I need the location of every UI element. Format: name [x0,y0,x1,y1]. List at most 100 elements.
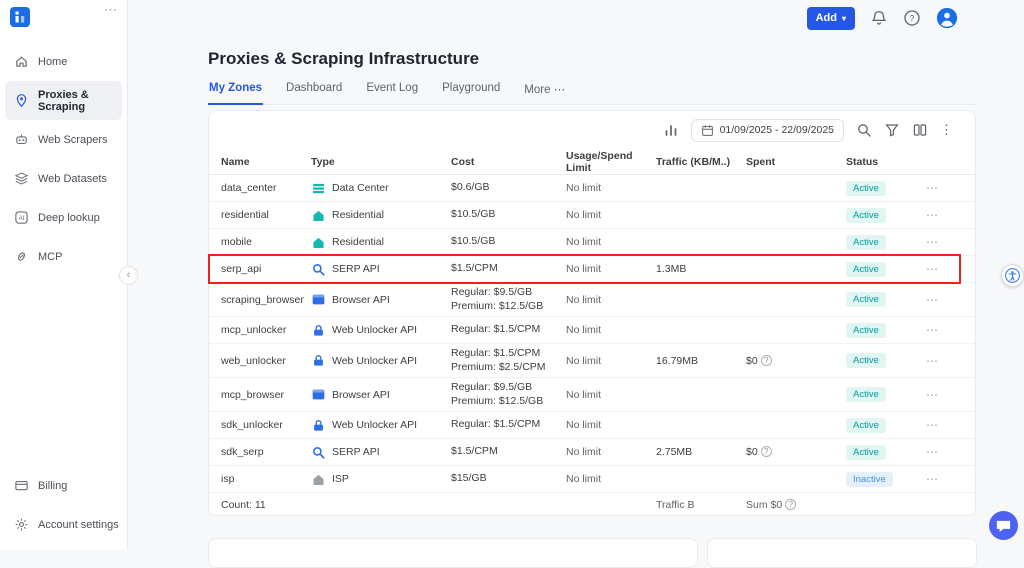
table-row[interactable]: data_centerData Center$0.6/GBNo limitAct… [209,175,975,202]
zone-name: sdk_unlocker [221,419,311,431]
sidebar-menu-button[interactable]: ⋯ [104,2,117,18]
row-actions-button[interactable]: ⋯ [926,262,965,276]
zone-cost: $15/GB [451,472,566,486]
zone-name: mcp_unlocker [221,324,311,336]
zone-spent: $0 [746,355,846,367]
table-header-row: Name Type Cost Usage/Spend Limit Traffic… [209,149,975,175]
column-header-name: Name [221,156,311,168]
zone-cost: Regular: $9.5/GBPremium: $12.5/GB [451,286,566,313]
zone-name: serp_api [221,263,311,275]
brand-logo-icon[interactable] [10,7,30,27]
footer-traffic-label: Traffic B [656,499,746,511]
status-badge: Active [846,262,886,277]
row-actions-button[interactable]: ⋯ [926,235,965,249]
row-actions-button[interactable]: ⋯ [926,293,965,307]
zone-cost: $1.5/CPM [451,445,566,459]
row-actions-button[interactable]: ⋯ [926,445,965,459]
bar-chart-icon[interactable] [663,122,679,138]
table-row[interactable]: mcp_unlockerWeb Unlocker APIRegular: $1.… [209,317,975,344]
tab-my-zones[interactable]: My Zones [208,78,263,105]
row-actions-button[interactable]: ⋯ [926,354,965,368]
zone-traffic: 2.75MB [656,446,746,458]
status-badge: Active [846,292,886,307]
user-avatar[interactable] [936,7,958,29]
table-toolbar: 01/09/2025 - 22/09/2025 ⋮ [209,111,975,149]
traffic-value[interactable]: 1.3MB [656,263,686,275]
zone-cost: $1.5/CPM [451,262,566,276]
footer-sum: Sum $0 [746,499,846,511]
help-icon[interactable] [761,355,772,366]
table-row[interactable]: sdk_unlockerWeb Unlocker APIRegular: $1.… [209,412,975,439]
filter-funnel-icon[interactable] [884,122,900,138]
chat-widget-button[interactable] [989,511,1018,540]
lock-icon [311,323,326,338]
svg-text:?: ? [910,13,915,23]
row-actions-button[interactable]: ⋯ [926,181,965,195]
sidebar-item-account-settings[interactable]: Account settings [0,505,127,544]
sidebar-item-billing[interactable]: Billing [0,466,127,505]
traffic-value[interactable]: 2.75MB [656,446,692,458]
kebab-menu-icon[interactable]: ⋮ [940,123,953,137]
row-actions-button[interactable]: ⋯ [926,388,965,402]
traffic-value[interactable]: 16.79MB [656,355,698,367]
sidebar-bottom-nav: Billing Account settings [0,466,127,544]
residential-icon [311,208,326,223]
search-icon[interactable] [856,122,872,138]
zone-type: Data Center [332,182,389,194]
sidebar-item-home[interactable]: Home [0,42,127,81]
status-badge: Active [846,181,886,196]
notifications-bell-icon[interactable] [870,9,888,27]
date-range-picker[interactable]: 01/09/2025 - 22/09/2025 [691,119,844,142]
tab-more[interactable]: More ⋯ [523,78,566,104]
table-footer-row: Count: 11 Traffic B Sum $0 [209,493,975,517]
table-row[interactable]: residentialResidential$10.5/GBNo limitAc… [209,202,975,229]
column-header-cost: Cost [451,156,566,168]
add-button[interactable]: Add ▾ [807,7,855,30]
table-row[interactable]: ispISP$15/GBNo limitInactive⋯ [209,466,975,493]
residential-icon [311,235,326,250]
zone-usage-limit: No limit [566,294,656,306]
table-row[interactable]: mobileResidential$10.5/GBNo limitActive⋯ [209,229,975,256]
row-actions-button[interactable]: ⋯ [926,418,965,432]
row-actions-button[interactable]: ⋯ [926,208,965,222]
sidebar-item-web-scrapers[interactable]: Web Scrapers [0,120,127,159]
row-count: Count: 11 [221,499,311,511]
status-badge: Active [846,323,886,338]
zone-cost: Regular: $9.5/GBPremium: $12.5/GB [451,381,566,408]
status-badge: Active [846,235,886,250]
tab-event-log[interactable]: Event Log [365,78,419,104]
zone-type: Browser API [332,294,390,306]
zone-cost: Regular: $1.5/CPM [451,323,566,337]
zone-usage-limit: No limit [566,446,656,458]
sidebar-item-web-datasets[interactable]: Web Datasets [0,159,127,198]
table-row[interactable]: mcp_browserBrowser APIRegular: $9.5/GBPr… [209,378,975,412]
tab-playground[interactable]: Playground [441,78,501,104]
lock-icon [311,353,326,368]
zones-table-body: data_centerData Center$0.6/GBNo limitAct… [209,175,975,493]
column-header-status: Status [846,156,926,168]
zone-type: Web Unlocker API [332,419,417,431]
sidebar-item-deep-lookup[interactable]: AI Deep lookup [0,198,127,237]
ai-icon: AI [14,210,29,225]
help-icon[interactable]: ? [903,9,921,27]
table-row[interactable]: scraping_browserBrowser APIRegular: $9.5… [209,283,975,317]
table-row[interactable]: serp_apiSERP API$1.5/CPMNo limit1.3MBAct… [209,256,975,283]
row-actions-button[interactable]: ⋯ [926,323,965,337]
tab-dashboard[interactable]: Dashboard [285,78,343,104]
table-row[interactable]: web_unlockerWeb Unlocker APIRegular: $1.… [209,344,975,378]
sidebar-item-label: Home [38,56,67,68]
accessibility-widget-button[interactable] [1001,264,1024,287]
help-icon[interactable] [785,499,796,510]
sidebar-collapse-button[interactable]: ‹ [119,266,138,285]
table-row[interactable]: sdk_serpSERP API$1.5/CPMNo limit2.75MB$0… [209,439,975,466]
zone-type: SERP API [332,446,380,458]
zone-type: Browser API [332,389,390,401]
sidebar-item-mcp[interactable]: MCP [0,237,127,276]
zone-type: Web Unlocker API [332,355,417,367]
row-actions-button[interactable]: ⋯ [926,472,965,486]
help-icon[interactable] [761,446,772,457]
sidebar-item-label: Proxies & Scraping [38,89,114,113]
columns-icon[interactable] [912,122,928,138]
zone-name: web_unlocker [221,355,311,367]
sidebar-item-proxies-scraping[interactable]: Proxies & Scraping [5,81,122,120]
